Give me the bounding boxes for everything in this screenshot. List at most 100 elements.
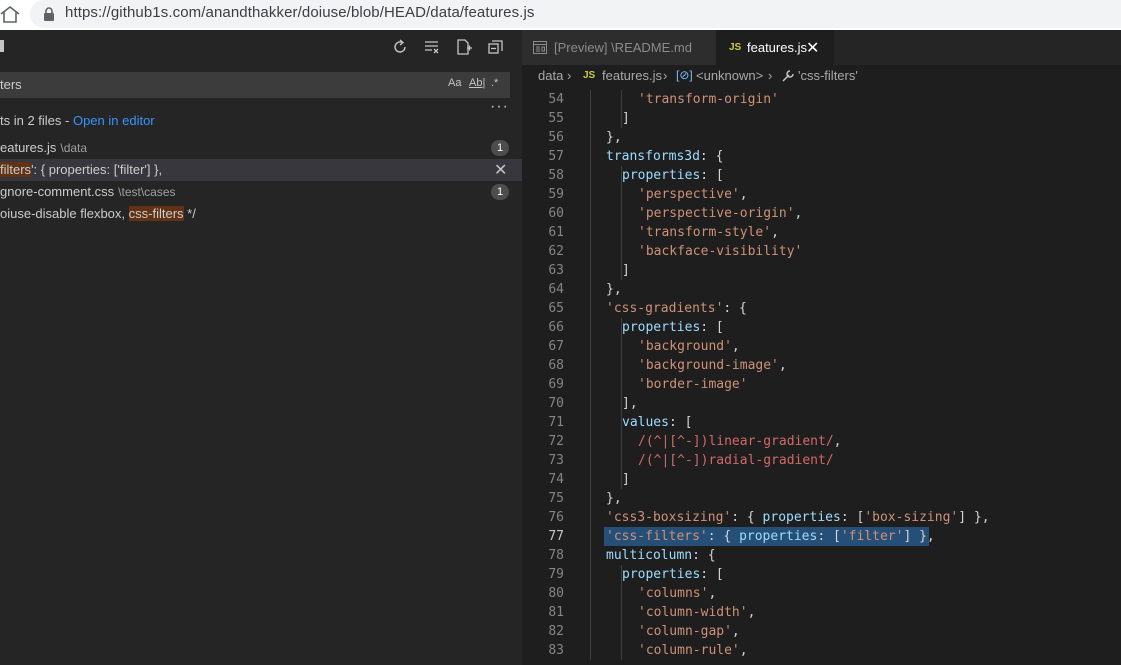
code-line[interactable]: 'css3-boxsizing': { properties: ['box-si… [606, 508, 990, 527]
code-line[interactable]: 'background-image', [638, 356, 787, 375]
tab-features-js[interactable]: JS features.js ✕ [716, 30, 834, 65]
lock-icon[interactable] [42, 6, 56, 22]
line-number: 73 [548, 453, 564, 468]
code-line[interactable]: /(^|[^-])radial-gradient/ [638, 451, 834, 470]
indent-guide [621, 223, 622, 242]
punctuation-token: : [ [700, 320, 724, 335]
key-token: transforms3d [606, 149, 700, 164]
dismiss-match-icon[interactable]: ✕ [494, 160, 507, 180]
punctuation-token: }, [606, 491, 622, 506]
code-line[interactable]: ], [622, 394, 638, 413]
punctuation-token: : { [699, 149, 724, 164]
code-line[interactable]: values: [ [622, 413, 692, 432]
code-line[interactable]: ] [622, 109, 630, 128]
url-text[interactable]: https://github1s.com/anandthakker/doiuse… [65, 4, 534, 21]
javascript-file-icon: JS [729, 42, 742, 53]
indent-guide [621, 109, 622, 128]
code-line[interactable]: 'column-rule', [638, 641, 748, 660]
code-line[interactable]: 'css-gradients': { [606, 299, 747, 318]
indent-guide [621, 432, 622, 451]
code-line[interactable]: 'css-filters': { properties: ['filter'] … [606, 527, 935, 546]
punctuation-token: : { [731, 510, 763, 525]
match-whole-word-toggle[interactable]: Ab| [469, 77, 485, 89]
indent-guide [621, 584, 622, 603]
indent-guide [621, 470, 622, 489]
punctuation-token: , [739, 187, 748, 202]
string-token: 'column-width' [638, 605, 748, 620]
tab-readme-preview[interactable]: [Preview] \README.md [522, 30, 716, 65]
code-line[interactable]: 'transform-style', [638, 223, 779, 242]
punctuation-token: , [739, 643, 748, 658]
close-tab-icon[interactable]: ✕ [806, 38, 819, 58]
result-match-row[interactable]: filters': { properties: ['filter'] }, ✕ [0, 159, 522, 181]
chevron-right-icon: › [663, 68, 668, 83]
code-line[interactable]: 'background', [638, 337, 740, 356]
symbol-namespace-icon: [⊘] [676, 68, 693, 82]
line-number: 60 [548, 206, 564, 221]
match-count-badge: 1 [491, 140, 509, 156]
string-token: 'filter' [840, 529, 904, 544]
clear-results-icon[interactable] [423, 38, 441, 56]
breadcrumb-symbol[interactable]: <unknown> [696, 68, 763, 83]
code-line[interactable]: properties: [ [622, 565, 724, 584]
string-token: 'perspective' [638, 187, 740, 202]
string-token: 'border-image' [638, 377, 748, 392]
punctuation-token: , [778, 358, 787, 373]
breadcrumb-property[interactable]: 'css-filters' [798, 68, 858, 83]
punctuation-token: , [708, 586, 717, 601]
breadcrumb-file[interactable]: features.js [602, 68, 662, 83]
string-token: 'box-sizing' [864, 510, 959, 525]
indent-guide [621, 641, 622, 660]
code-line[interactable]: properties: [ [622, 166, 724, 185]
breadcrumb-folder[interactable]: data [538, 68, 563, 83]
punctuation-token: : { [692, 548, 716, 563]
code-line[interactable]: 'columns', [638, 584, 716, 603]
code-line[interactable]: transforms3d: { [606, 147, 723, 166]
open-in-editor-link[interactable]: Open in editor [73, 113, 155, 128]
code-line[interactable]: ] [622, 261, 630, 280]
punctuation-token: , [794, 206, 803, 221]
search-query[interactable]: ters [0, 77, 22, 92]
code-line[interactable]: multicolumn: { [606, 546, 716, 565]
code-line[interactable]: 'border-image' [638, 375, 748, 394]
code-line[interactable]: }, [606, 280, 622, 299]
indent-guide [621, 451, 622, 470]
more-actions-icon[interactable]: ··· [490, 98, 509, 116]
code-line[interactable]: }, [606, 128, 622, 147]
code-line[interactable]: }, [606, 489, 622, 508]
punctuation-token: ] }, [903, 529, 935, 544]
refresh-icon[interactable] [391, 38, 409, 56]
indent-guide [621, 413, 622, 432]
code-line[interactable]: properties: [ [622, 318, 724, 337]
browser-toolbar: https://github1s.com/anandthakker/doiuse… [0, 0, 1121, 30]
chevron-right-icon: › [567, 68, 572, 83]
results-summary: ts in 2 files - Open in editor [0, 113, 155, 128]
search-input[interactable]: ters Aa Ab| .* [0, 72, 510, 98]
result-file-row[interactable]: gnore-comment.css \test\cases 1 [0, 181, 522, 203]
indent-guide [590, 90, 591, 660]
result-file-row[interactable]: eatures.js \data 1 [0, 137, 522, 159]
match-case-toggle[interactable]: Aa [448, 77, 461, 89]
code-line[interactable]: 'transform-origin' [638, 90, 779, 109]
result-match-row[interactable]: oiuse-disable flexbox, css-filters */ [0, 203, 522, 225]
punctuation-token: : { [723, 301, 747, 316]
indent-guide [621, 622, 622, 641]
punctuation-token: ] [622, 111, 630, 126]
code-line[interactable]: 'perspective-origin', [638, 204, 802, 223]
code-line[interactable]: 'backface-visibility' [638, 242, 802, 261]
key-token: properties [739, 529, 818, 544]
code-line[interactable]: /(^|[^-])linear-gradient/, [638, 432, 842, 451]
file-name: eatures.js [0, 140, 57, 155]
home-icon[interactable] [0, 4, 20, 24]
new-search-editor-icon[interactable] [455, 38, 473, 56]
code-line[interactable]: 'column-width', [638, 603, 755, 622]
code-line[interactable]: 'perspective', [638, 185, 748, 204]
code-line[interactable]: 'column-gap', [638, 622, 740, 641]
collapse-all-icon[interactable] [487, 38, 505, 56]
line-number: 59 [548, 187, 564, 202]
code-line[interactable]: ] [622, 470, 630, 489]
line-number: 68 [548, 358, 564, 373]
indent-guide [621, 166, 622, 185]
string-token: 'column-rule' [638, 643, 740, 658]
regex-toggle[interactable]: .* [491, 77, 498, 89]
